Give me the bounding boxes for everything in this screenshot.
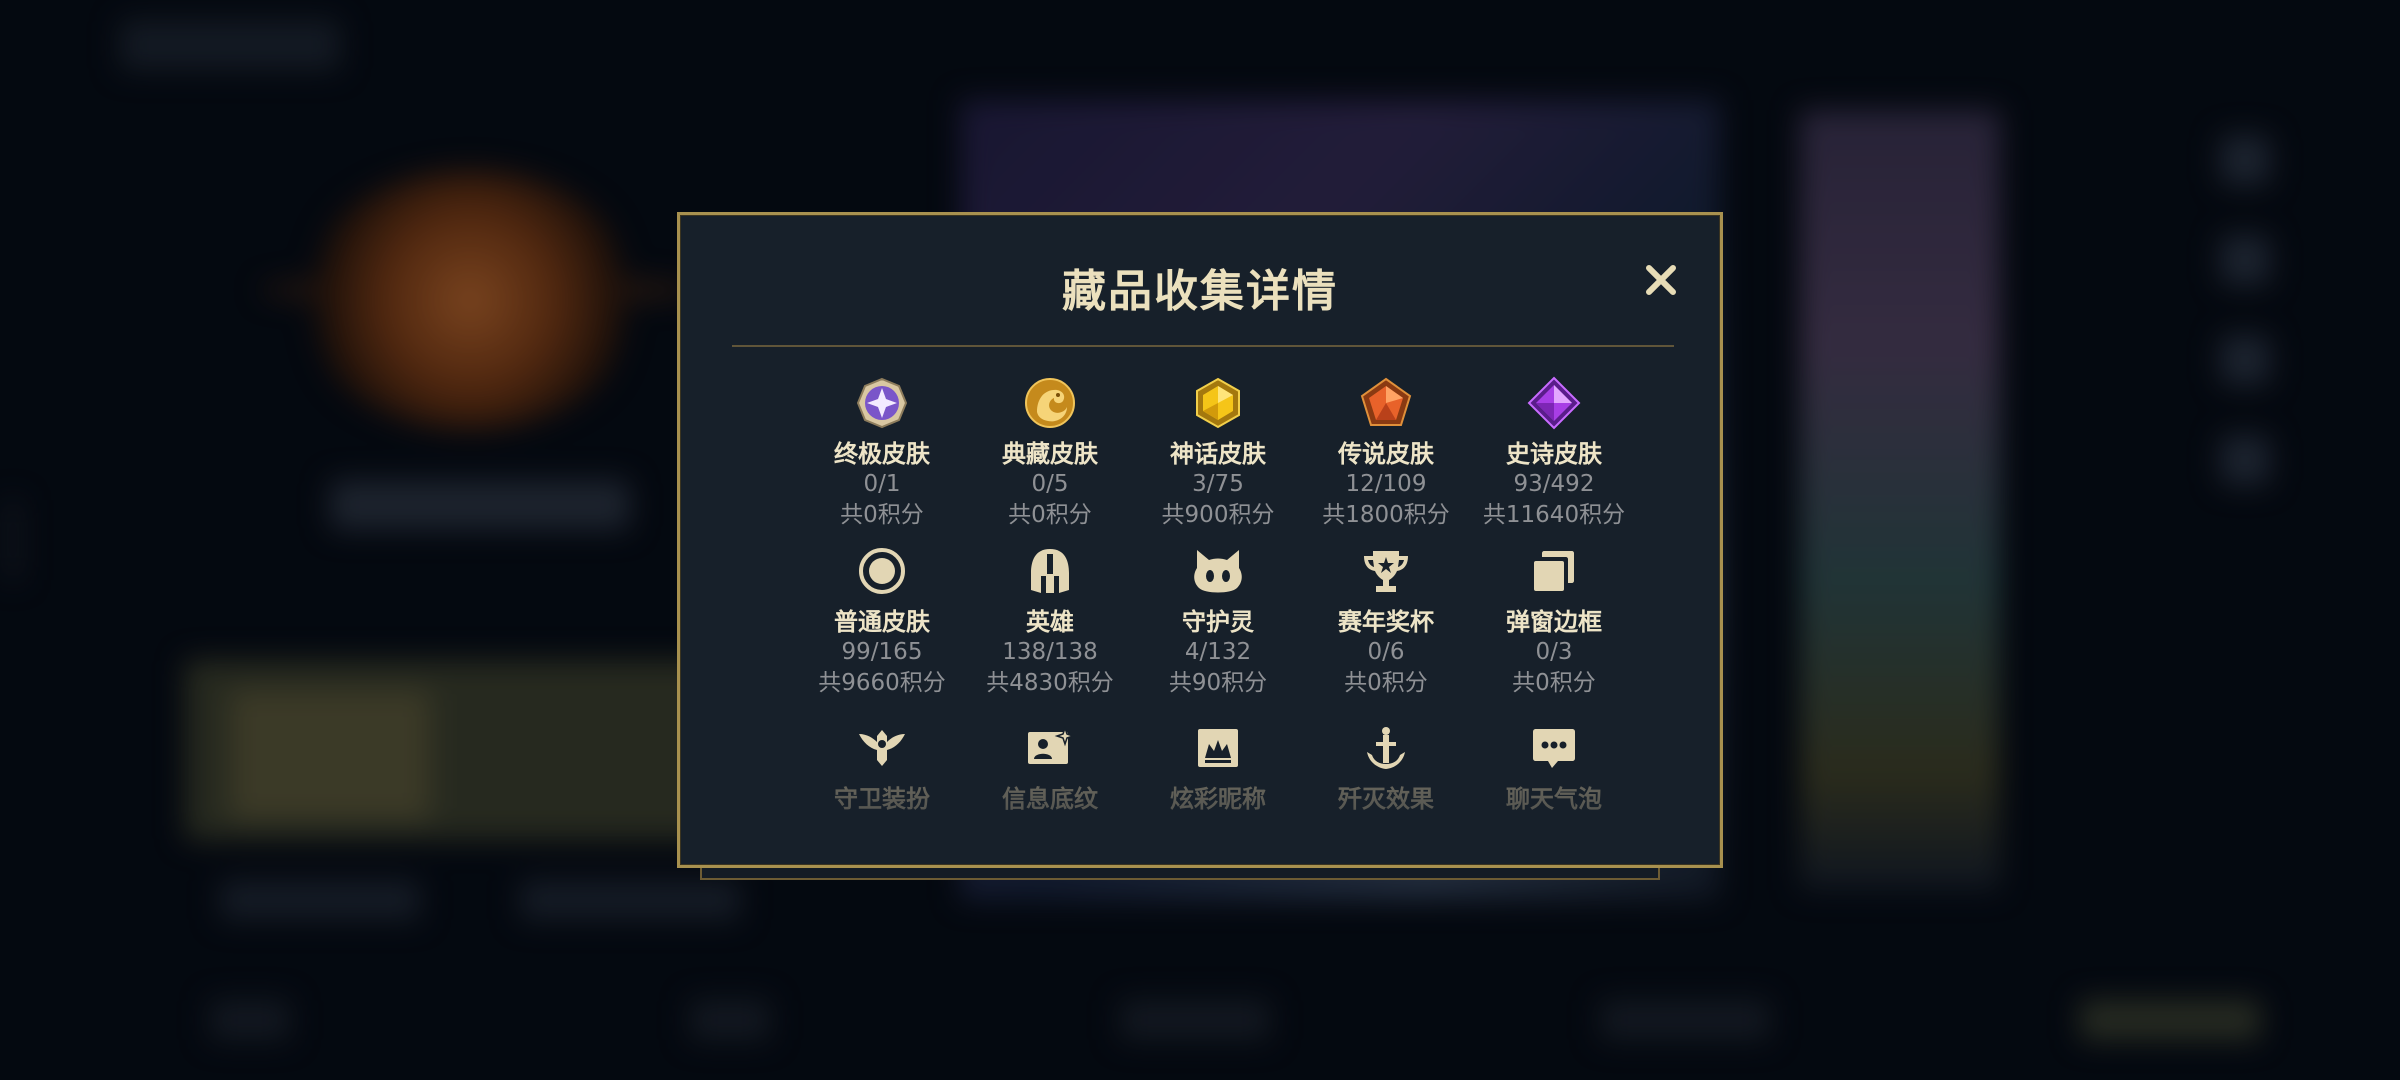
- standard-skin-icon: [854, 543, 910, 599]
- category-count: 93/492: [1513, 471, 1595, 497]
- category-legendary-skin[interactable]: 传说皮肤 12/109 共1800积分: [1302, 375, 1470, 543]
- category-season-trophy[interactable]: 赛年奖杯 0/6 共0积分: [1302, 543, 1470, 711]
- category-label: 信息底纹: [1002, 785, 1098, 813]
- category-count: 4/132: [1184, 639, 1252, 665]
- category-label: 英雄: [1026, 608, 1074, 636]
- trophy-icon: [1358, 543, 1414, 599]
- chat-bubble-icon: [1526, 720, 1582, 776]
- category-mythic-skin[interactable]: 神话皮肤 3/75 共900积分: [1134, 375, 1302, 543]
- category-count: 99/165: [841, 639, 923, 665]
- category-standard-skin[interactable]: 普通皮肤 99/165 共9660积分: [798, 543, 966, 711]
- collection-details-dialog: 藏品收集详情 终极皮肤 0/1 共0积分 典藏皮肤 0/5 共0积分 神话皮肤 …: [677, 212, 1723, 868]
- ward-skin-icon: [854, 720, 910, 776]
- close-button[interactable]: [1636, 255, 1686, 305]
- category-points: 共0积分: [1344, 670, 1428, 696]
- close-icon: [1646, 265, 1676, 295]
- elimination-effect-icon: [1358, 720, 1414, 776]
- category-elimination-effect[interactable]: 歼灭效果: [1302, 720, 1470, 840]
- category-count: 0/6: [1367, 639, 1405, 665]
- category-chat-bubble[interactable]: 聊天气泡: [1470, 720, 1638, 840]
- epic-skin-icon: [1526, 375, 1582, 431]
- category-champion[interactable]: 英雄 138/138 共4830积分: [966, 543, 1134, 711]
- colored-name-icon: [1190, 720, 1246, 776]
- category-points: 共900积分: [1161, 502, 1275, 528]
- category-points: 共4830积分: [986, 670, 1114, 696]
- profile-card-icon: [1022, 720, 1078, 776]
- category-label: 守卫装扮: [834, 785, 930, 813]
- category-label: 普通皮肤: [834, 608, 930, 636]
- category-label: 典藏皮肤: [1002, 440, 1098, 468]
- category-label: 炫彩昵称: [1170, 785, 1266, 813]
- category-count: 12/109: [1345, 471, 1427, 497]
- ultimate-skin-icon: [854, 375, 910, 431]
- category-count: 0/5: [1031, 471, 1069, 497]
- category-label: 弹窗边框: [1506, 608, 1602, 636]
- category-guardian[interactable]: 守护灵 4/132 共90积分: [1134, 543, 1302, 711]
- category-points: 共9660积分: [818, 670, 946, 696]
- category-ward-skin[interactable]: 守卫装扮: [798, 720, 966, 840]
- category-count: 3/75: [1192, 471, 1244, 497]
- category-colored-name[interactable]: 炫彩昵称: [1134, 720, 1302, 840]
- category-profile-card[interactable]: 信息底纹: [966, 720, 1134, 840]
- guardian-icon: [1190, 543, 1246, 599]
- category-points: 共11640积分: [1482, 502, 1626, 528]
- category-label: 聊天气泡: [1506, 785, 1602, 813]
- category-label: 赛年奖杯: [1338, 608, 1434, 636]
- mythic-skin-icon: [1190, 375, 1246, 431]
- title-divider: [732, 345, 1674, 347]
- category-points: 共0积分: [1512, 670, 1596, 696]
- category-ultimate-skin[interactable]: 终极皮肤 0/1 共0积分: [798, 375, 966, 543]
- category-prestige-skin[interactable]: 典藏皮肤 0/5 共0积分: [966, 375, 1134, 543]
- category-points: 共90积分: [1168, 670, 1268, 696]
- collection-grid-row-partial: 守卫装扮 信息底纹 炫彩昵称 歼灭效果 聊天气泡: [798, 720, 1638, 840]
- dialog-title: 藏品收集详情: [1062, 266, 1338, 317]
- category-popup-frame[interactable]: 弹窗边框 0/3 共0积分: [1470, 543, 1638, 711]
- category-count: 0/3: [1535, 639, 1573, 665]
- frame-icon: [1526, 543, 1582, 599]
- category-label: 守护灵: [1182, 608, 1254, 636]
- category-label: 史诗皮肤: [1506, 440, 1602, 468]
- category-label: 传说皮肤: [1338, 440, 1434, 468]
- category-label: 神话皮肤: [1170, 440, 1266, 468]
- category-points: 共1800积分: [1322, 502, 1450, 528]
- category-count: 0/1: [863, 471, 901, 497]
- category-points: 共0积分: [840, 502, 924, 528]
- prestige-skin-icon: [1022, 375, 1078, 431]
- legendary-skin-icon: [1358, 375, 1414, 431]
- category-label: 歼灭效果: [1338, 785, 1434, 813]
- category-epic-skin[interactable]: 史诗皮肤 93/492 共11640积分: [1470, 375, 1638, 543]
- champion-helmet-icon: [1022, 543, 1078, 599]
- category-count: 138/138: [1002, 639, 1098, 665]
- collection-grid: 终极皮肤 0/1 共0积分 典藏皮肤 0/5 共0积分 神话皮肤 3/75 共9…: [798, 375, 1638, 711]
- category-points: 共0积分: [1008, 502, 1092, 528]
- category-label: 终极皮肤: [834, 440, 930, 468]
